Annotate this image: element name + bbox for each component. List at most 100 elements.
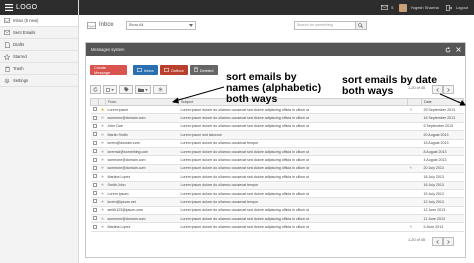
- logout-icon[interactable]: [445, 4, 453, 12]
- move-folder-button[interactable]: [135, 85, 151, 94]
- star-icon[interactable]: ★: [101, 191, 105, 196]
- row-checkbox[interactable]: [92, 140, 97, 145]
- row-checkbox[interactable]: [92, 149, 97, 154]
- user-name[interactable]: Yogesh Sharma: [410, 5, 438, 10]
- table-row[interactable]: ★ Smith John Lorem ipsum dolore do ullamco…: [90, 181, 464, 190]
- table-row[interactable]: ★ Martin Smith Lorem ipsum sint laborum 20 …: [90, 130, 464, 140]
- logo[interactable]: LOGO: [0, 0, 78, 15]
- checkbox[interactable]: [106, 87, 110, 92]
- star-icon[interactable]: ★: [101, 115, 105, 120]
- more-actions-button[interactable]: [153, 85, 167, 94]
- next-page-button[interactable]: [443, 85, 454, 94]
- table-row[interactable]: ★ smith123@ipsum.com Lorem ipsum dolore do…: [90, 206, 464, 216]
- row-date: 8 August 2013: [421, 147, 464, 157]
- row-checkbox[interactable]: [92, 207, 97, 212]
- star-icon[interactable]: ★: [101, 123, 105, 128]
- row-checkbox[interactable]: [92, 224, 97, 229]
- table-row[interactable]: ★ Martina Lopez Lorem ipsum dolore do ulla…: [90, 172, 464, 182]
- row-checkbox[interactable]: [92, 132, 97, 137]
- table-row[interactable]: ★ Lorem ipsum Lorem ipsum dolore do ullamc…: [90, 105, 464, 115]
- table-row[interactable]: ★ someone@domain.com Lorem ipsum dolore do…: [90, 155, 464, 165]
- row-star-cell: ★: [98, 197, 106, 207]
- star-icon[interactable]: ★: [101, 224, 105, 229]
- filter-select[interactable]: Show All: [125, 20, 196, 30]
- star-icon[interactable]: ★: [101, 157, 105, 162]
- star-icon[interactable]: ★: [101, 107, 105, 112]
- table-row[interactable]: ★ Martina Lopez Lorem ipsum dolore do ulla…: [90, 222, 464, 232]
- table-row[interactable]: ★ lorem@domain.com Lorem ipsum dolore do u…: [90, 139, 464, 148]
- table-row[interactable]: ★ Lorem Ipsum Lorem ipsum dolore do ullamc…: [90, 189, 464, 199]
- sidebar-item-starred[interactable]: Starred: [0, 51, 78, 63]
- annotation-line: both ways: [226, 93, 278, 105]
- row-checkbox[interactable]: [92, 115, 97, 120]
- row-subject: Lorem ipsum sint laborum: [178, 130, 408, 140]
- row-star-cell: ★: [98, 122, 106, 132]
- sidebar-item-trash[interactable]: Trash: [0, 63, 78, 75]
- star-icon[interactable]: ★: [101, 149, 105, 154]
- sidebar-item-settings[interactable]: Settings: [0, 75, 78, 87]
- row-from: lorem@domain.com: [105, 139, 179, 148]
- folder-icon: [138, 88, 144, 92]
- column-header-from[interactable]: From ▲: [105, 98, 179, 106]
- row-checkbox[interactable]: [92, 216, 97, 221]
- star-icon[interactable]: ★: [101, 140, 105, 145]
- logout-link[interactable]: Logout: [456, 5, 468, 10]
- row-checkbox-cell: [90, 206, 99, 216]
- star-icon[interactable]: ★: [101, 174, 105, 179]
- inbox-button[interactable]: Inbox: [133, 65, 158, 75]
- table-row[interactable]: ★ loremsd@something.com Lorem ipsum dolore…: [90, 147, 464, 157]
- menu-icon[interactable]: [4, 4, 13, 12]
- outbox-button[interactable]: Outbox: [159, 65, 188, 75]
- sidebar-item-label: Sent Emails: [13, 30, 36, 35]
- deleted-button[interactable]: Deleted: [189, 65, 218, 75]
- sidebar-item-drafts[interactable]: Drafts: [0, 39, 78, 51]
- star-icon[interactable]: ★: [101, 199, 105, 204]
- row-subject: Lorem ipsum dolore do ullamco occaecat s…: [178, 147, 408, 157]
- table-row[interactable]: ★ someone@domain.com Lorem ipsum dolore do…: [90, 164, 464, 174]
- row-checkbox[interactable]: [92, 174, 97, 179]
- select-all-dropdown[interactable]: [103, 85, 117, 94]
- star-icon[interactable]: ★: [101, 132, 105, 137]
- tag-icon: [123, 87, 129, 92]
- sort-icon[interactable]: ▲: [458, 100, 461, 104]
- sidebar-item-sent[interactable]: Sent Emails: [0, 27, 78, 39]
- row-star-cell: ★: [98, 147, 106, 157]
- search-button[interactable]: [355, 20, 367, 30]
- row-checkbox[interactable]: [92, 199, 97, 204]
- row-checkbox[interactable]: [92, 123, 97, 128]
- create-message-button[interactable]: Create Message: [90, 65, 127, 75]
- row-star-cell: ★: [98, 139, 106, 148]
- row-attachment-cell: [407, 130, 422, 140]
- sidebar-item-inbox[interactable]: Inbox (5 new): [0, 15, 78, 27]
- table-row[interactable]: ★ lorem@ipsum.net Lorem ipsum dolore do ul…: [90, 197, 464, 207]
- table-row[interactable]: ★ someone@domain.com Lorem ipsum dolore do…: [90, 214, 464, 224]
- sort-icon[interactable]: ▲: [173, 100, 176, 104]
- row-checkbox[interactable]: [92, 182, 97, 187]
- mail-icon[interactable]: [380, 4, 388, 12]
- row-attachment-cell: [407, 113, 422, 123]
- star-icon[interactable]: ★: [101, 182, 105, 187]
- row-checkbox[interactable]: [92, 165, 97, 170]
- sidebar-nav: Inbox (5 new) Sent Emails Drafts Starred…: [0, 15, 78, 87]
- close-icon[interactable]: [455, 46, 462, 53]
- refresh-button[interactable]: [90, 85, 101, 94]
- tag-button[interactable]: [119, 85, 133, 94]
- table-row[interactable]: ★ someone@domain.com Lorem ipsum dolore do…: [90, 113, 464, 123]
- next-page-button[interactable]: [443, 237, 454, 246]
- row-subject: Lorem ipsum dolore do ullamco occaecat t…: [178, 197, 408, 207]
- refresh-icon[interactable]: [444, 46, 451, 53]
- column-header-date[interactable]: Date ▲: [421, 98, 464, 106]
- row-checkbox[interactable]: [92, 191, 97, 196]
- star-icon[interactable]: ★: [101, 207, 105, 212]
- table-row[interactable]: ★ John Doe Lorem ipsum dolore do ullamco o…: [90, 122, 464, 132]
- row-date: 12 July 2013: [421, 197, 464, 207]
- row-checkbox[interactable]: [92, 107, 97, 112]
- search-input[interactable]: Search for something: [293, 20, 356, 30]
- mail-count-badge: 5: [391, 5, 394, 10]
- star-icon[interactable]: ★: [101, 216, 105, 221]
- avatar[interactable]: [399, 3, 408, 12]
- inbox-header: Inbox Show All Search for something: [79, 15, 474, 35]
- star-icon[interactable]: ★: [101, 165, 105, 170]
- row-checkbox[interactable]: [92, 157, 97, 162]
- previous-page-button[interactable]: [432, 237, 443, 246]
